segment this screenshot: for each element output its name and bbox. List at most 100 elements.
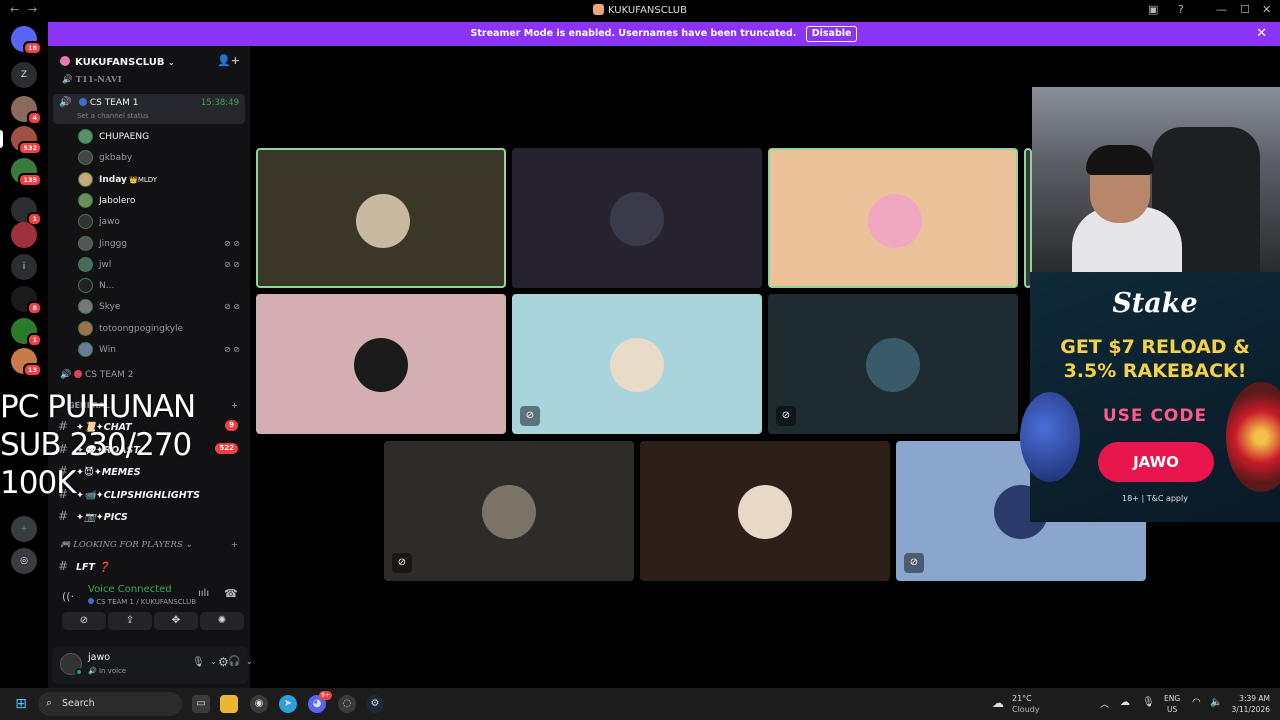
- chevron-down-icon[interactable]: ⌄: [210, 657, 217, 666]
- weather-widget[interactable]: ☁ 21°C Cloudy: [990, 691, 1070, 717]
- server-icon-5[interactable]: 1: [11, 197, 42, 226]
- channel-name: ✦📜✦CHAT: [76, 422, 132, 433]
- signal-icon[interactable]: ((·: [62, 590, 74, 603]
- member-name: Win: [99, 345, 116, 355]
- chrome-icon[interactable]: ◉: [250, 695, 268, 713]
- voice-member[interactable]: Win ⊘ ⊘: [48, 341, 250, 359]
- server-header[interactable]: KUKUFANSCLUB ⌄ 👤+: [48, 46, 250, 76]
- channel-status[interactable]: Set a channel status: [77, 112, 149, 120]
- screen-share-button[interactable]: ⇪: [108, 612, 152, 630]
- voice-member[interactable]: totoongpogingkyle: [48, 320, 250, 338]
- participant-tile-partial[interactable]: [1024, 148, 1032, 288]
- text-channel[interactable]: # ✦📜✦CHAT 9: [48, 416, 250, 436]
- blue-dot-icon: [88, 598, 94, 604]
- server-icon-9[interactable]: 1: [11, 318, 42, 347]
- chevron-down-icon[interactable]: ⌄: [246, 657, 253, 666]
- participant-tile[interactable]: ⊘: [512, 294, 762, 434]
- participant-tile[interactable]: [512, 148, 762, 288]
- noise-suppression-icon[interactable]: ıılı: [198, 588, 209, 599]
- server-icon-6[interactable]: [11, 222, 37, 248]
- invite-icon[interactable]: 👤+: [217, 54, 240, 67]
- text-channel[interactable]: # ✦📷✦PICS: [48, 506, 250, 526]
- voice-member[interactable]: jwl ⊘ ⊘: [48, 256, 250, 274]
- member-name: Jinggg: [99, 238, 127, 249]
- channel-lft[interactable]: # LFT ❓: [48, 556, 250, 576]
- hash-icon: #: [58, 559, 69, 573]
- language-indicator[interactable]: ENG US: [1164, 693, 1180, 715]
- add-channel-icon[interactable]: +: [231, 401, 238, 410]
- server-icon-4[interactable]: 135: [11, 158, 42, 187]
- participant-tile[interactable]: ⊘: [768, 294, 1018, 434]
- help-icon[interactable]: ?: [1178, 3, 1184, 16]
- inbox-icon[interactable]: ▣: [1148, 3, 1158, 16]
- server-icon-8[interactable]: 8: [11, 286, 42, 315]
- server-badge: 18: [22, 41, 42, 55]
- search-box[interactable]: ⌕ Search: [38, 692, 182, 716]
- file-explorer-icon[interactable]: [220, 695, 238, 713]
- disconnect-icon[interactable]: ☎: [224, 587, 238, 600]
- participant-tile[interactable]: [256, 148, 506, 288]
- voice-member[interactable]: gkbaby: [48, 149, 250, 167]
- channel-lft-label: LFT ❓: [76, 562, 111, 573]
- discover-icon[interactable]: ◎: [11, 548, 37, 574]
- server-icon-7[interactable]: i: [11, 254, 37, 280]
- steam-icon[interactable]: ⚙: [366, 695, 384, 713]
- obs-icon[interactable]: ◌: [338, 695, 356, 713]
- voice-member[interactable]: Inday 👑MLDY: [48, 171, 250, 189]
- voice-channel-cs-team-1[interactable]: 🔊 CS TEAM 1 15:38:49 Set a channel statu…: [53, 94, 245, 124]
- windows-start-icon[interactable]: ⊞: [12, 695, 30, 713]
- microphone-icon[interactable]: 🎙: [192, 657, 205, 668]
- voice-member[interactable]: CHUPAENG: [48, 128, 250, 146]
- ad-promo-code: JAWO: [1098, 442, 1214, 482]
- soundboard-button[interactable]: ✺: [200, 612, 244, 630]
- minimize-icon[interactable]: —: [1216, 3, 1227, 16]
- participant-tile[interactable]: ⊘: [384, 441, 634, 581]
- category-looking-for-players[interactable]: 🎮 LOOKING FOR PLAYERS ⌄ +: [48, 540, 250, 554]
- telegram-icon[interactable]: ➤: [279, 695, 297, 713]
- voice-location[interactable]: CS TEAM 1 / KUKUFANSCLUB: [88, 598, 196, 606]
- text-channel[interactable]: # ✦📹✦CLIPSHIGHLIGHTS: [48, 484, 250, 504]
- top-channel[interactable]: 🔊 T11-NAVI: [48, 75, 250, 87]
- participant-tile[interactable]: [640, 441, 890, 581]
- close-banner-icon[interactable]: ✕: [1256, 22, 1267, 46]
- wifi-icon[interactable]: ◠: [1192, 697, 1201, 708]
- server-icon-0[interactable]: 18: [11, 26, 42, 55]
- volume-icon[interactable]: 🔈: [1210, 697, 1222, 708]
- voice-member[interactable]: Jabolero: [48, 192, 250, 210]
- voice-member[interactable]: N...: [48, 277, 250, 295]
- text-channel[interactable]: # ✦💬✦ROAST 522: [48, 439, 250, 459]
- voice-channel-cs-team-2[interactable]: 🔊 CS TEAM 2: [48, 370, 250, 384]
- voice-member[interactable]: Jinggg ⊘ ⊘: [48, 235, 250, 253]
- windows-taskbar: ⊞ ⌕ Search ▭ ◉ ➤ ◕ 9+ ◌ ⚙ ☁ 21°C Cloudy …: [0, 688, 1280, 720]
- add-channel-icon[interactable]: +: [231, 540, 238, 550]
- server-icon-1[interactable]: Z: [11, 62, 37, 88]
- avatar: [78, 192, 93, 208]
- participant-tile[interactable]: [256, 294, 506, 434]
- category-general[interactable]: GENERAL +: [48, 401, 250, 413]
- microphone-icon[interactable]: 🎙: [1142, 697, 1155, 708]
- close-window-icon[interactable]: ✕: [1262, 3, 1271, 16]
- text-channel[interactable]: # ✦😈✦MEMES: [48, 461, 250, 481]
- avatar: [354, 338, 408, 392]
- participant-tile[interactable]: [768, 148, 1018, 288]
- server-icon-2[interactable]: 4: [11, 96, 42, 125]
- discord-icon[interactable]: ◕ 9+: [308, 691, 332, 713]
- muted-icon: ⊘ ⊘: [224, 345, 240, 354]
- add-server-icon[interactable]: +: [11, 516, 37, 542]
- member-name: Inday: [99, 174, 127, 185]
- maximize-icon[interactable]: ☐: [1240, 3, 1250, 16]
- camera-off-button[interactable]: ⊘: [62, 612, 106, 630]
- cloud-sync-icon[interactable]: ☁: [1120, 697, 1130, 708]
- voice-member[interactable]: Skye ⊘ ⊘: [48, 298, 250, 316]
- task-view-icon[interactable]: ▭: [192, 695, 210, 713]
- chevron-up-icon[interactable]: ︿: [1100, 697, 1109, 710]
- disable-button[interactable]: Disable: [805, 26, 858, 42]
- server-icon-3[interactable]: 532: [11, 126, 42, 155]
- headphones-icon[interactable]: 🎧: [228, 656, 240, 667]
- activities-button[interactable]: ✥: [154, 612, 198, 630]
- member-name: Jabolero: [99, 195, 136, 206]
- clock[interactable]: 3:39 AM 3/11/2026: [1226, 693, 1270, 715]
- voice-member[interactable]: jawo: [48, 213, 250, 231]
- settings-icon[interactable]: ⚙: [218, 655, 229, 669]
- server-icon-10[interactable]: 13: [11, 348, 42, 377]
